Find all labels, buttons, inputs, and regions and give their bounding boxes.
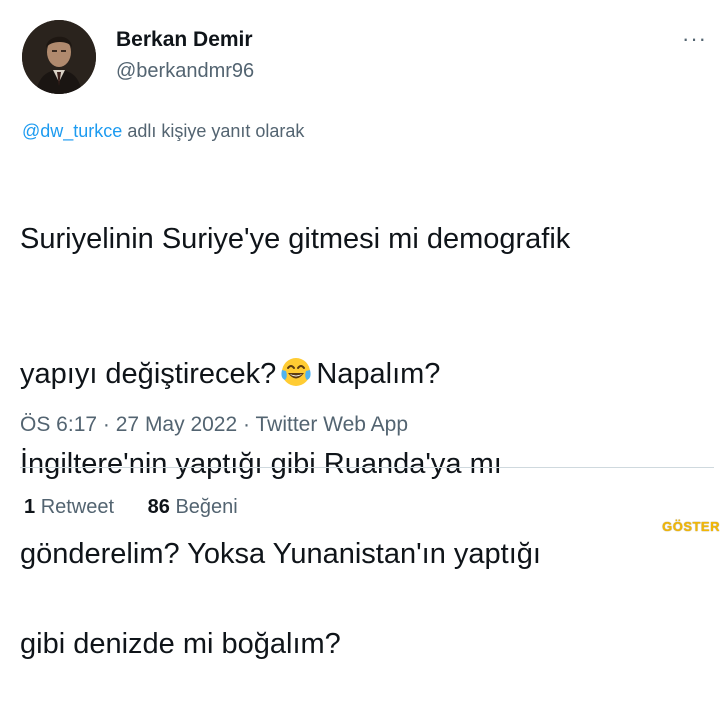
reply-mention-link[interactable]: @dw_turkce [22, 121, 122, 141]
like-stat[interactable]: 86 Beğeni [148, 496, 238, 518]
tweet-line: gibi denizde mi boğalım? [20, 628, 341, 660]
face-with-tears-of-joy-icon [280, 356, 312, 388]
retweet-label: Retweet [40, 496, 115, 518]
tweet-line: Suriyelinin Suriye'ye gitmesi mi demogra… [20, 223, 571, 255]
reply-context: @dw_turkce adlı kişiye yanıt olarak [22, 121, 304, 142]
watermark: GÖSTER [662, 519, 720, 534]
retweet-count: 1 [24, 496, 36, 518]
like-label: Beğeni [175, 496, 238, 518]
like-count: 86 [147, 496, 170, 518]
tweet-line: yapıyı değiştirecek? Napalım? [20, 307, 720, 397]
separator: · [243, 413, 251, 436]
retweet-stat[interactable]: 1 Retweet [24, 496, 114, 518]
tweet-line: gönderelim? Yoksa Yunanistan'ın yaptığı [20, 538, 541, 570]
reply-context-text: adlı kişiye yanıt olarak [127, 121, 305, 141]
profile-photo-icon [22, 20, 96, 94]
more-options-icon[interactable]: ··· [682, 26, 707, 52]
tweet-metadata: ÖS 6:17 · 27 May 2022 · Twitter Web App [20, 413, 408, 437]
tweet-date[interactable]: 27 May 2022 [116, 413, 237, 436]
engagement-stats: 1 Retweet 86 Beğeni [24, 496, 266, 519]
separator: · [102, 413, 110, 436]
tweet-text-segment: yapıyı değiştirecek? [20, 358, 277, 390]
tweet-line: İngiltere'nin yaptığı gibi Ruanda'ya mı [20, 448, 502, 480]
source-app-link[interactable]: Twitter Web App [255, 413, 408, 436]
user-handle[interactable]: @berkandmr96 [116, 60, 254, 83]
tweet-text: Suriyelinin Suriye'ye gitmesi mi demogra… [20, 172, 720, 712]
tweet-text-segment: Napalım? [316, 358, 441, 390]
tweet-time[interactable]: ÖS 6:17 [20, 413, 97, 436]
avatar[interactable] [22, 20, 96, 94]
divider [20, 467, 714, 468]
display-name[interactable]: Berkan Demir [116, 28, 253, 52]
